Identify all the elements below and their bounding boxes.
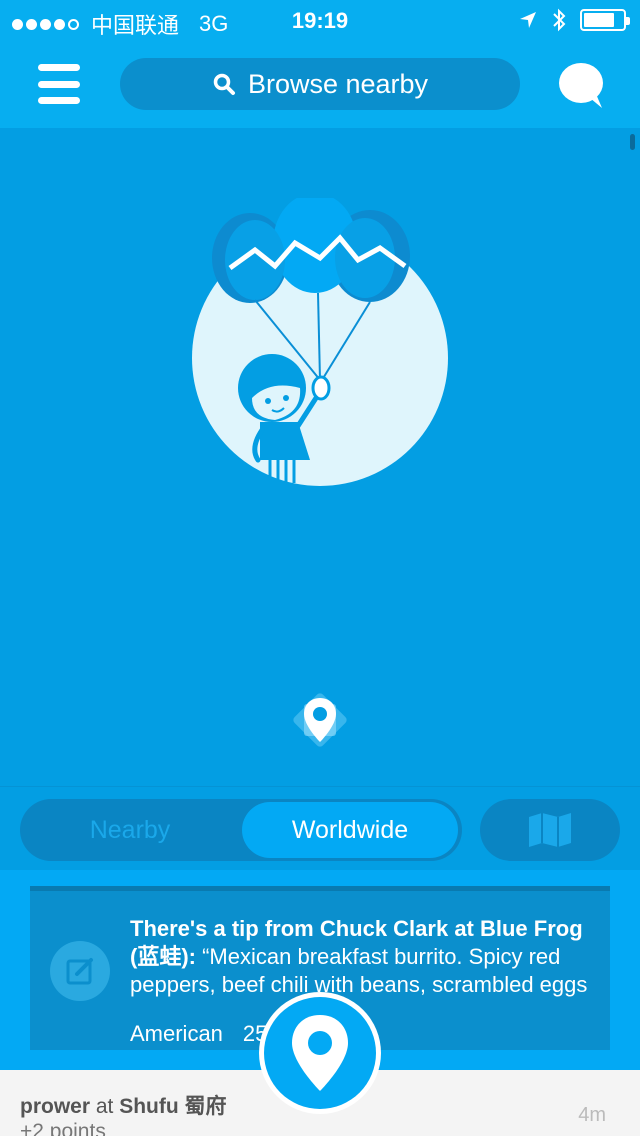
checkin-user[interactable]: prower <box>20 1095 90 1118</box>
battery-icon <box>580 9 630 31</box>
location-pin-icon[interactable] <box>290 690 350 750</box>
bluetooth-icon <box>553 8 566 32</box>
search-icon <box>213 73 235 95</box>
tip-quote: “Mexican breakfast burrito. Spicy red pe… <box>130 944 588 997</box>
tab-nearby[interactable]: Nearby <box>20 799 240 861</box>
scroll-indicator <box>630 134 635 150</box>
browse-nearby-search[interactable]: Browse nearby <box>120 58 520 110</box>
edit-note-icon <box>50 941 110 1001</box>
hero-illustration-area <box>0 128 640 786</box>
map-icon <box>529 813 571 847</box>
checkin-title: prower at Shufu 蜀府 <box>20 1090 227 1120</box>
checkin-connector: at <box>95 1095 114 1118</box>
girl-with-balloons-illustration <box>192 198 448 486</box>
check-in-button[interactable] <box>259 992 381 1114</box>
status-bar: 中国联通 3G 19:19 <box>0 0 640 40</box>
nav-bar: Browse nearby <box>0 40 640 128</box>
battery-level <box>584 13 614 27</box>
tip-meta: American 25 <box>130 1021 267 1047</box>
hamburger-menu-icon[interactable] <box>38 64 80 104</box>
tip-text: There's a tip from Chuck Clark at Blue F… <box>130 915 590 999</box>
scope-toggle-bar: Nearby Worldwide <box>0 786 640 870</box>
scope-segmented-control: Nearby Worldwide <box>20 799 462 861</box>
search-label: Browse nearby <box>247 68 429 99</box>
fab-inner <box>264 997 376 1109</box>
check-in-pin-icon <box>292 1015 348 1091</box>
location-arrow-icon <box>520 12 536 28</box>
tab-worldwide[interactable]: Worldwide <box>242 802 458 858</box>
tip-category: American <box>130 1021 223 1046</box>
checkin-time: 4m <box>578 1104 606 1126</box>
status-icons <box>518 8 630 32</box>
checkin-points: +2 points <box>20 1120 106 1136</box>
checkin-venue[interactable]: Shufu 蜀府 <box>119 1095 226 1118</box>
speech-bubble-icon[interactable] <box>556 60 606 110</box>
map-view-button[interactable] <box>480 799 620 861</box>
